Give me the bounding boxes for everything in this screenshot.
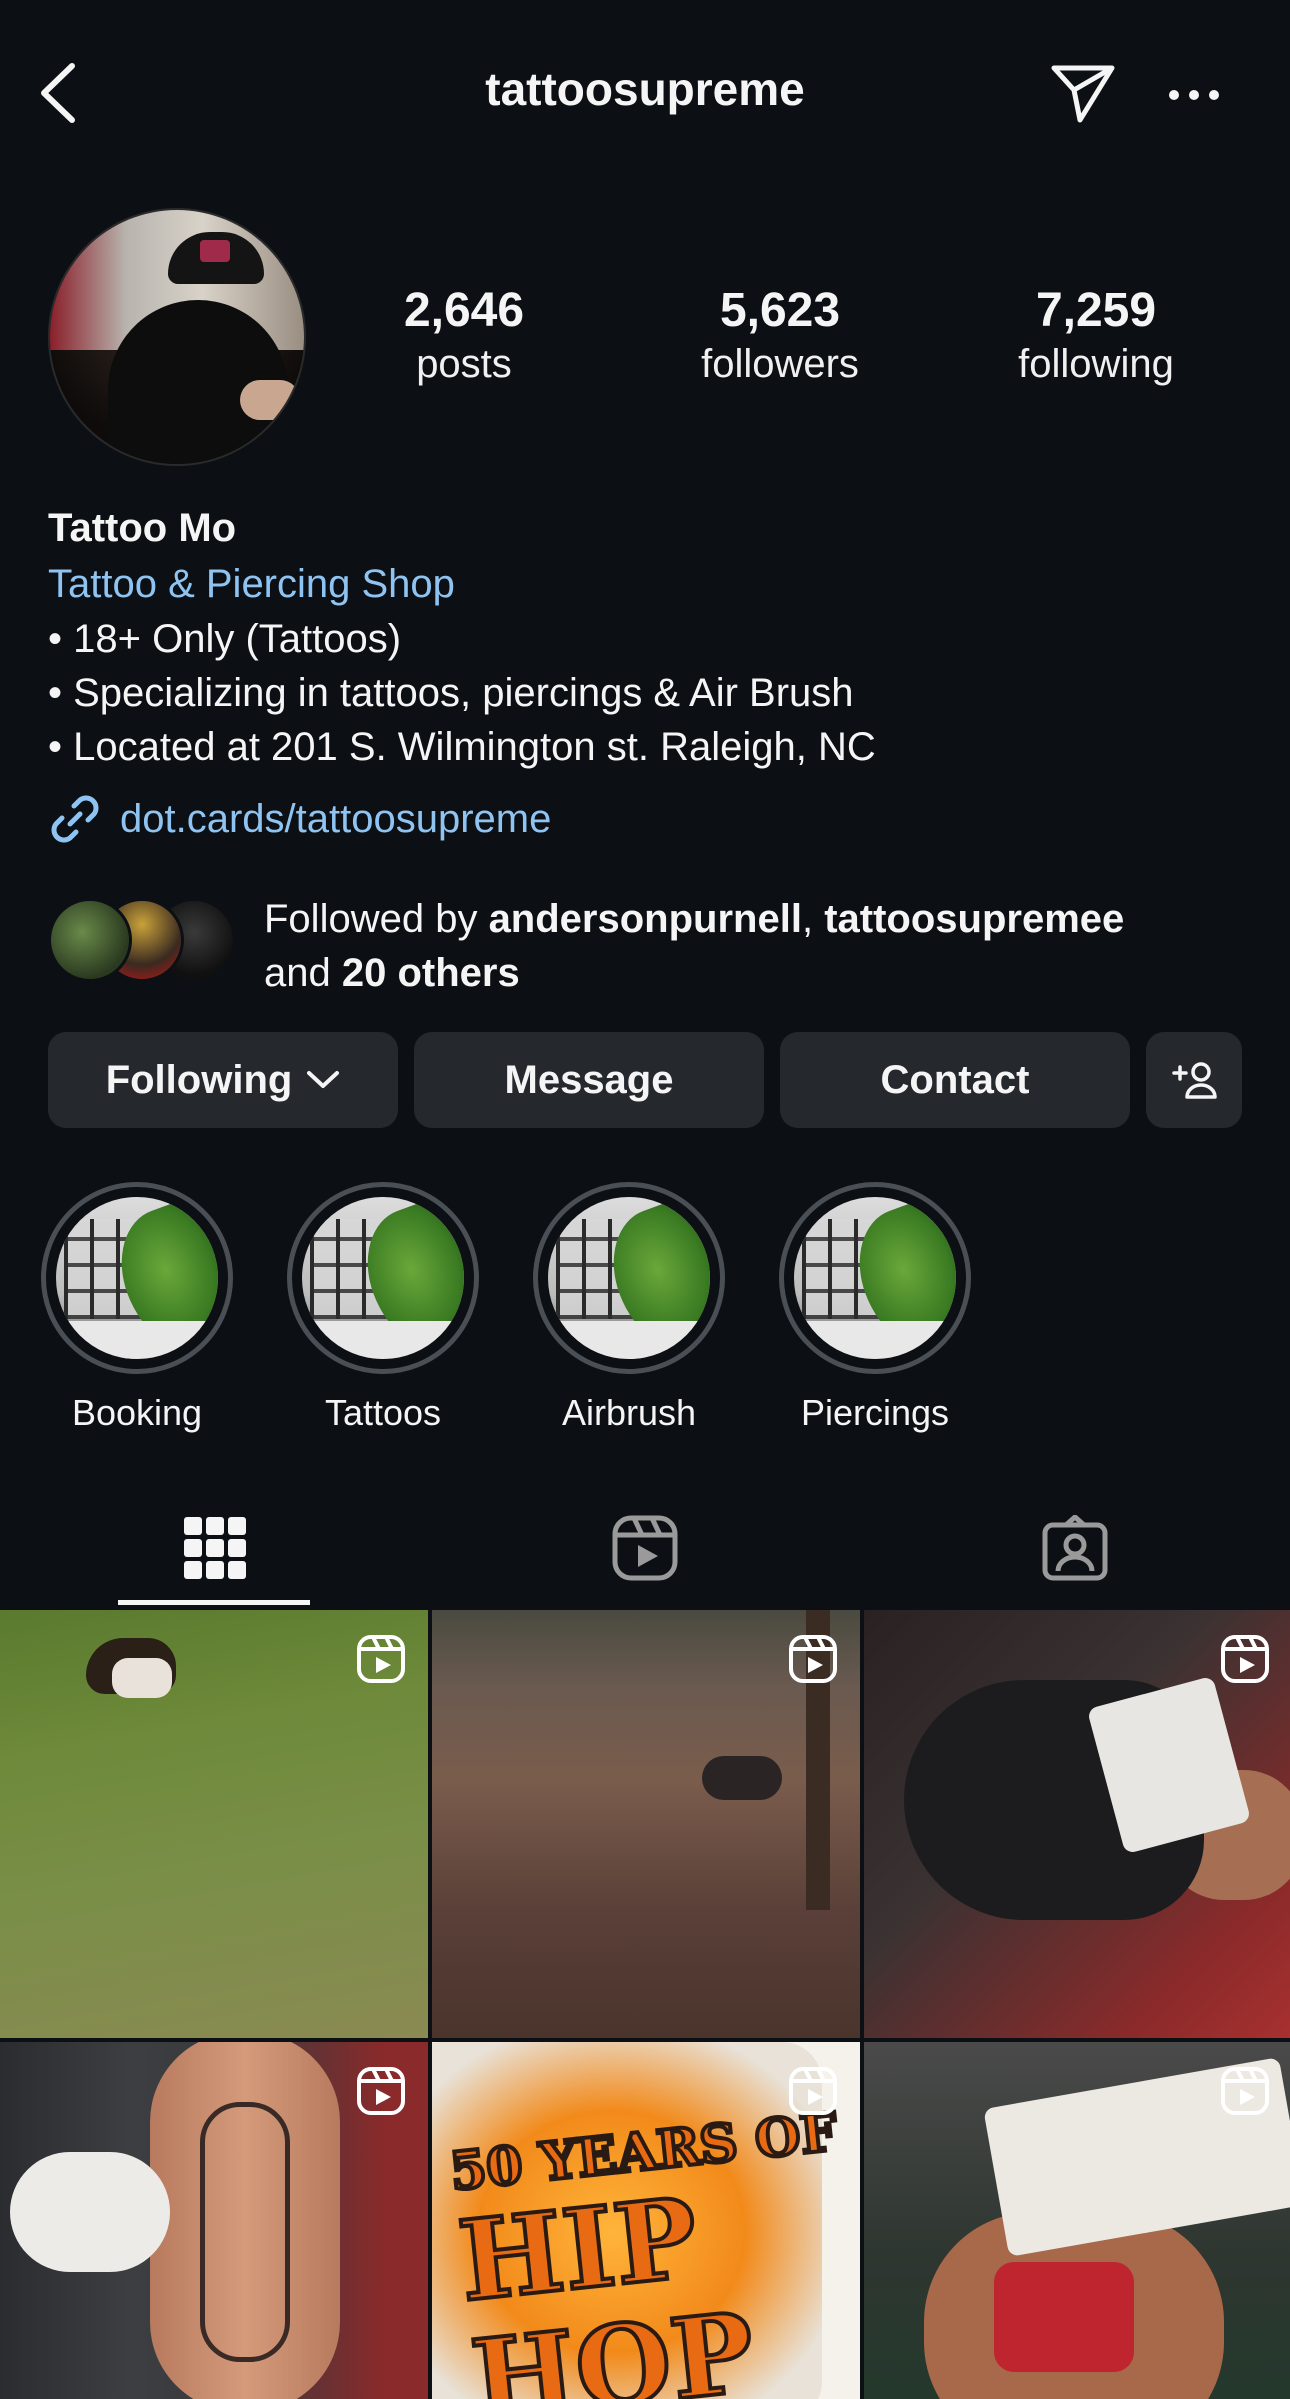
mutual-followers-text: Followed by andersonpurnell, tattoosupre… [264,897,1125,995]
contact-button[interactable]: Contact [780,1032,1130,1128]
chevron-down-icon [307,1071,340,1088]
following-button[interactable]: Following [48,1032,398,1128]
message-button[interactable]: Message [414,1032,764,1128]
mutual-followers[interactable]: Followed by andersonpurnell, tattoosupre… [48,892,1268,1002]
link-icon [51,795,99,843]
mutual-user: andersonpurnell [488,897,802,941]
posts-label: posts [416,342,512,386]
posts-count: 2,646 [403,284,525,337]
highlight-airbrush[interactable]: Airbrush [529,1182,729,1434]
following-label: following [1018,342,1174,386]
paper-plane-icon [1051,65,1115,123]
grid-icon [184,1517,246,1579]
highlight-cover [41,1182,233,1374]
reel-icon [357,2067,405,2115]
following-count: 7,259 [1035,284,1157,337]
following-stat[interactable]: 7,259 following [986,282,1206,388]
post-thumbnail[interactable] [432,1610,860,2038]
reel-icon [1221,2067,1269,2115]
profile-link[interactable]: dot.cards/tattoosupreme [48,792,551,846]
following-button-label: Following [105,1057,293,1102]
profile-link-text[interactable]: dot.cards/tattoosupreme [120,797,551,842]
add-user-icon [1172,1062,1217,1099]
profile-name: Tattoo Mo [48,506,237,550]
followers-count: 5,623 [719,284,841,337]
highlight-label: Airbrush [561,1392,697,1433]
highlight-cover [533,1182,725,1374]
tab-posts-grid[interactable] [0,1488,430,1608]
tagged-icon [1042,1515,1108,1581]
share-button[interactable] [1046,58,1120,128]
reel-icon [789,2067,837,2115]
highlight-booking[interactable]: Booking [37,1182,237,1434]
highlight-label: Booking [71,1392,203,1433]
reel-icon [1221,1635,1269,1683]
highlight-piercings[interactable]: Piercings [775,1182,975,1434]
profile-bio: Tattoo Mo Tattoo & Piercing Shop • 18+ O… [48,500,1248,774]
contact-button-label: Contact [880,1057,1030,1102]
reel-icon [357,1635,405,1683]
posts-grid: 50 YEARS OF HIP HOP [0,1610,1290,2399]
more-dots-icon [1169,90,1219,100]
mutual-user: tattoosupremee [824,897,1125,941]
profile-category[interactable]: Tattoo & Piercing Shop [48,556,1248,612]
highlight-label: Piercings [800,1392,950,1433]
highlight-label: Tattoos [324,1392,442,1433]
active-tab-indicator [118,1600,310,1605]
followers-label: followers [701,342,859,386]
profile-avatar[interactable] [48,208,306,466]
post-thumbnail[interactable] [864,1610,1290,2038]
airbrush-art-text: 50 YEARS OF HIP HOP [445,2100,842,2399]
followers-stat[interactable]: 5,623 followers [670,282,890,388]
bio-line: • 18+ Only (Tattoos) [48,617,402,661]
tab-tagged[interactable] [860,1488,1290,1608]
message-button-label: Message [504,1057,674,1102]
mutual-avatar [48,898,132,982]
top-bar: tattoosupreme [0,0,1290,190]
post-thumbnail[interactable] [0,1610,428,2038]
bio-line: • Specializing in tattoos, piercings & A… [48,671,854,715]
highlight-cover [779,1182,971,1374]
post-thumbnail[interactable]: 50 YEARS OF HIP HOP [432,2042,860,2399]
profile-tabs [0,1488,1290,1608]
post-thumbnail[interactable] [864,2042,1290,2399]
more-options-button[interactable] [1160,70,1228,120]
reel-icon [789,1635,837,1683]
tab-reels[interactable] [430,1488,860,1608]
mutual-others: 20 others [341,951,520,995]
suggested-users-button[interactable] [1146,1032,1242,1128]
highlight-cover [287,1182,479,1374]
reels-icon [612,1515,678,1581]
posts-stat[interactable]: 2,646 posts [354,282,574,388]
highlight-tattoos[interactable]: Tattoos [283,1182,483,1434]
post-thumbnail[interactable] [0,2042,428,2399]
bio-line: • Located at 201 S. Wilmington st. Ralei… [48,725,876,769]
